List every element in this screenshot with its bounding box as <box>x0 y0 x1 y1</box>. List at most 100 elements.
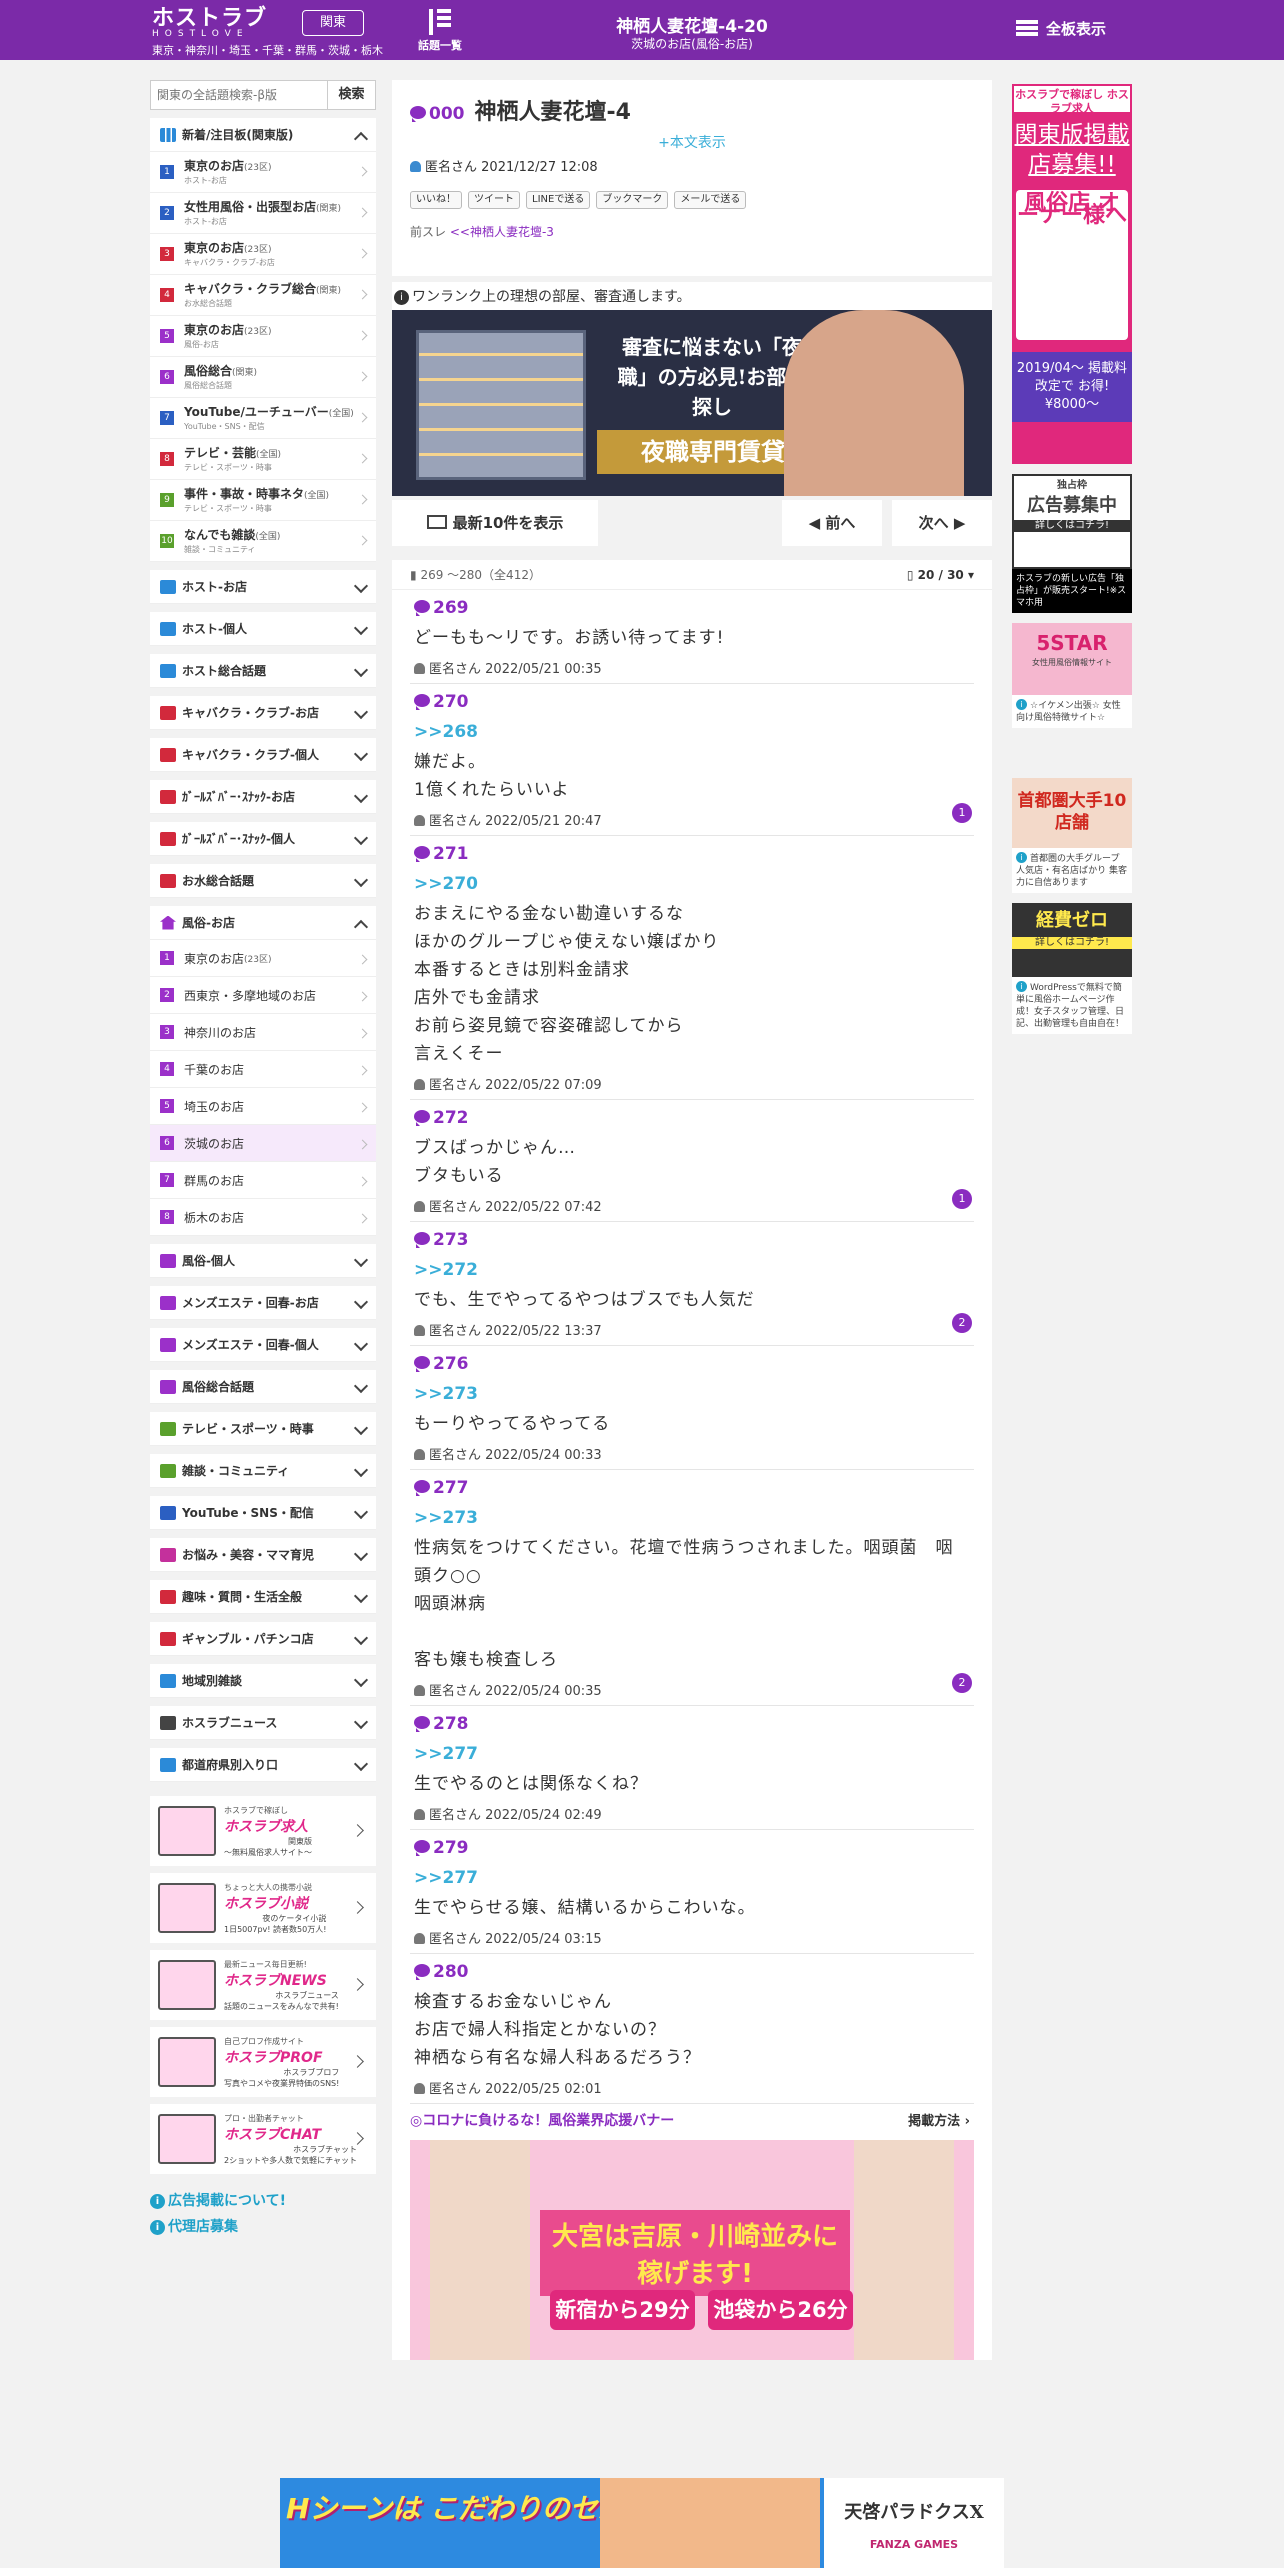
promo-card[interactable]: 自己プロフ作成サイト ホスラブPROF ホスラブプロフ 写真やコメや夜業界特価のSNS… <box>150 2027 376 2097</box>
category-header[interactable]: キャバクラ・クラブ-個人 <box>150 738 376 772</box>
new-board-item[interactable]: 1 東京のお店(23区) ホスト-お店 <box>150 152 376 193</box>
new-boards-header[interactable]: 新着/注目板(関東版) <box>150 118 376 152</box>
promo-card[interactable]: ちょっと大人の携帯小説 ホスラブ小説 夜のケータイ小説 1日5007pv! 読者数50… <box>150 1873 376 1943</box>
chevron-down-icon[interactable] <box>353 1504 369 1520</box>
reply-count-badge[interactable]: 2 <box>952 1673 972 1693</box>
chevron-down-icon[interactable] <box>353 1714 369 1730</box>
chevron-down-icon[interactable] <box>353 1294 369 1310</box>
chevron-down-icon[interactable] <box>353 1420 369 1436</box>
fuzoku-shop-item[interactable]: 5 埼玉のお店 <box>150 1088 376 1125</box>
category-header[interactable]: ギャンブル・パチンコ店 <box>150 1622 376 1656</box>
share-button[interactable]: いいね！ <box>410 191 462 209</box>
chevron-down-icon[interactable] <box>353 1336 369 1352</box>
category-header[interactable]: ｶﾞｰﾙｽﾞﾊﾞｰ･ｽﾅｯｸ-お店 <box>150 780 376 814</box>
new-board-item[interactable]: 9 事件・事故・時事ネタ(全国) テレビ・スポーツ・時事 <box>150 480 376 521</box>
metro-10-ad[interactable]: 首都圏大手10店舗 i 首都圏の大手グループ人気店・有名店ばかり 集客力に自信あり… <box>1012 778 1132 893</box>
post-number[interactable]: 277 <box>414 1478 970 1498</box>
page-select[interactable]: ▯ 20 / 30 ▾ <box>907 560 974 590</box>
chevron-down-icon[interactable] <box>353 1378 369 1394</box>
share-button[interactable]: メールで送る <box>674 191 747 209</box>
post-number[interactable]: 280 <box>414 1962 970 1982</box>
prev-page-button[interactable]: ◀ 前へ <box>782 500 882 546</box>
ad-notice-text[interactable]: i ワンランク上の理想の部屋、審査通します。 <box>392 282 992 310</box>
chevron-down-icon[interactable] <box>353 1756 369 1772</box>
category-header[interactable]: キャバクラ・クラブ-お店 <box>150 696 376 730</box>
reply-count-badge[interactable]: 1 <box>952 803 972 823</box>
chevron-down-icon[interactable] <box>353 1588 369 1604</box>
post-number[interactable]: 270 <box>414 692 970 712</box>
agency-link[interactable]: i 代理店募集 <box>150 2214 376 2240</box>
area-select-button[interactable]: 関東 <box>302 10 364 36</box>
category-header[interactable]: 風俗総合話題 <box>150 1370 376 1404</box>
chevron-down-icon[interactable] <box>353 1546 369 1562</box>
new-board-item[interactable]: 5 東京のお店(23区) 風俗-お店 <box>150 316 376 357</box>
reply-count-badge[interactable]: 1 <box>952 1189 972 1209</box>
new-board-item[interactable]: 6 風俗総合(関東) 風俗総合話題 <box>150 357 376 398</box>
search-input[interactable] <box>150 80 328 110</box>
new-board-item[interactable]: 2 女性用風俗・出張型お店(関東) ホスト-お店 <box>150 193 376 234</box>
5star-ad[interactable]: 5STAR 女性用風俗情報サイト i ☆イケメン出張☆ 女性向け風俗特徴サイト☆ <box>1012 623 1132 728</box>
fuzoku-shop-item[interactable]: 1 東京のお店 (23区) <box>150 940 376 977</box>
category-header[interactable]: 地域別雑談 <box>150 1664 376 1698</box>
reply-anchor-link[interactable]: >>273 <box>414 1508 970 1528</box>
category-header[interactable]: お悩み・美容・ママ育児 <box>150 1538 376 1572</box>
chevron-up-icon[interactable] <box>353 919 369 935</box>
promo-card[interactable]: プロ・出勤者チャット ホスラブCHAT ホスラブチャット 2ショットや多人数で気軽にチ… <box>150 2104 376 2174</box>
post-number[interactable]: 271 <box>414 844 970 864</box>
category-header[interactable]: メンズエステ・回春-お店 <box>150 1286 376 1320</box>
reply-anchor-link[interactable]: >>277 <box>414 1744 970 1764</box>
previous-thread-link[interactable]: <<神栖人妻花壇-3 <box>450 225 554 239</box>
post-number[interactable]: 269 <box>414 598 970 618</box>
share-button[interactable]: LINEで送る <box>526 191 591 209</box>
category-header[interactable]: お水総合話題 <box>150 864 376 898</box>
fuzoku-shop-item[interactable]: 7 群馬のお店 <box>150 1162 376 1199</box>
category-header[interactable]: テレビ・スポーツ・時事 <box>150 1412 376 1446</box>
fuzoku-shop-item[interactable]: 8 栃木のお店 <box>150 1199 376 1236</box>
reply-anchor-link[interactable]: >>272 <box>414 1260 970 1280</box>
kanto-recruit-ad[interactable]: ホスラブで稼ぼし ホスラブ求人 関東版掲載店募集!! 風俗店 オーナー様へ 20… <box>1012 84 1132 464</box>
post-number[interactable]: 273 <box>414 1230 970 1250</box>
ad-info-link[interactable]: i 広告掲載について! <box>150 2188 376 2214</box>
chevron-down-icon[interactable] <box>353 620 369 636</box>
page-subtitle[interactable]: 茨城のお店(風俗-お店) <box>520 35 864 52</box>
category-header[interactable]: ホスト-お店 <box>150 570 376 604</box>
all-boards-button[interactable]: 全板表示 <box>1016 18 1106 39</box>
search-button[interactable]: 検索 <box>328 80 376 110</box>
chevron-down-icon[interactable] <box>353 1462 369 1478</box>
promo-card[interactable]: ホスラブで稼ぼし ホスラブ求人 関東版 ～無料風俗求人サイト～ <box>150 1796 376 1866</box>
chevron-up-icon[interactable] <box>353 131 369 147</box>
listing-method-link[interactable]: 掲載方法 › <box>908 2110 970 2129</box>
category-header[interactable]: YouTube・SNS・配信 <box>150 1496 376 1530</box>
category-header[interactable]: メンズエステ・回春-個人 <box>150 1328 376 1362</box>
new-board-item[interactable]: 3 東京のお店(23区) キャバクラ・クラブ-お店 <box>150 234 376 275</box>
category-header[interactable]: ホスト総合話題 <box>150 654 376 688</box>
share-button[interactable]: ブックマーク <box>596 191 669 209</box>
chevron-down-icon[interactable] <box>353 830 369 846</box>
category-header[interactable]: ｶﾞｰﾙｽﾞﾊﾞｰ･ｽﾅｯｸ-個人 <box>150 822 376 856</box>
bottom-game-banner[interactable]: Hシーンは こだわりのセルアニメ! 天啓パラドクスX FANZA GAMES <box>280 2478 1004 2568</box>
reply-anchor-link[interactable]: >>273 <box>414 1384 970 1404</box>
share-button[interactable]: ツイート <box>468 191 520 209</box>
chevron-down-icon[interactable] <box>353 1630 369 1646</box>
reply-count-badge[interactable]: 2 <box>952 1313 972 1333</box>
fuzoku-shop-item[interactable]: 6 茨城のお店 <box>150 1125 376 1162</box>
chevron-down-icon[interactable] <box>353 746 369 762</box>
new-board-item[interactable]: 7 YouTube/ユーチューバー(全国) YouTube・SNS・配信 <box>150 398 376 439</box>
chevron-down-icon[interactable] <box>353 704 369 720</box>
next-page-button[interactable]: 次へ ▶ <box>892 500 992 546</box>
reply-anchor-link[interactable]: >>268 <box>414 722 970 742</box>
fuzoku-shop-item[interactable]: 3 神奈川のお店 <box>150 1014 376 1051</box>
category-header[interactable]: ホスト-個人 <box>150 612 376 646</box>
zero-cost-ad[interactable]: 経費ゼロ 詳しくはコチラ! i WordPressで無料で簡単に風俗ホームページ作… <box>1012 903 1132 1034</box>
latest-10-button[interactable]: 最新10件を表示 <box>392 500 598 546</box>
chevron-down-icon[interactable] <box>353 788 369 804</box>
category-header[interactable]: ホスラブニュース <box>150 1706 376 1740</box>
new-board-item[interactable]: 10 なんでも雑談(全国) 雑談・コミュニティ <box>150 521 376 562</box>
post-number[interactable]: 272 <box>414 1108 970 1128</box>
promo-card[interactable]: 最新ニュース毎日更新! ホスラブNEWS ホスラブニュース 話題のニュースをみんなで共… <box>150 1950 376 2020</box>
category-header[interactable]: 風俗-個人 <box>150 1244 376 1278</box>
fuzoku-shop-item[interactable]: 2 西東京・多摩地域のお店 <box>150 977 376 1014</box>
fuzoku-shop-item[interactable]: 4 千葉のお店 <box>150 1051 376 1088</box>
exclusive-ad[interactable]: 独占枠 広告募集中 詳しくはコチラ! ホスラブの新しい広告「独占枠」が販売スター… <box>1012 474 1132 613</box>
category-header[interactable]: 都道府県別入り口 <box>150 1748 376 1782</box>
